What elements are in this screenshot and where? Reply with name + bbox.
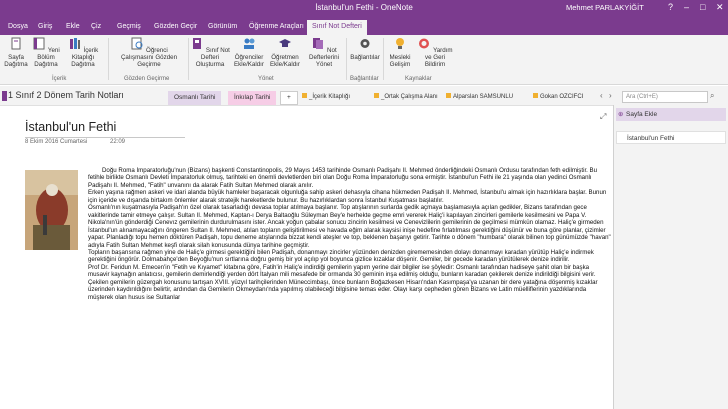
yardim-label: Yardım ve Geri Bildirim [424,47,453,68]
ogretmen-ekle-kaldir-button[interactable]: Öğretmen Ekle/Kaldır [268,37,302,68]
page-group-label: Alparslan SAMSUNLU [453,94,514,100]
section-inkilap-tarihi[interactable]: İnkılap Tarihi [228,91,277,105]
search-input[interactable]: Ara (Ctrl+E) [622,91,708,103]
ogrenci-calismasini-button[interactable]: Öğrenci Çalışmasını Gözden Geçirme [114,37,184,68]
add-page-label: Sayfa Ekle [626,111,658,118]
page-group-ortak[interactable]: _Ortak Çalışma Alanı [374,93,438,100]
chevron-left-icon[interactable]: ‹ [600,91,603,100]
help-button[interactable]: ? [668,2,673,13]
ribbon-separator [383,38,384,80]
title-bar: İstanbul'un Fethi - OneNote Mehmet PARLA… [0,0,728,17]
lifebuoy-icon [419,38,430,49]
icerik-kitapligi-dagitma-button[interactable]: İçerik Kitaplığı Dağıtma [63,37,103,68]
graduation-cap-icon [279,39,291,47]
folder-icon [374,93,379,98]
ribbon-separator [346,38,347,80]
ogretmen-label: Öğretmen Ekle/Kaldır [270,54,300,68]
user-name[interactable]: Mehmet PARLAKYİĞİT [566,3,644,12]
ribbon-separator [188,38,189,80]
close-button[interactable]: ✕ [716,2,724,13]
mesleki-label: Mesleki Gelişim [389,54,411,68]
gear-icon [360,39,370,48]
tab-ciz[interactable]: Çiz [86,20,106,35]
section-osmanli-tarihi[interactable]: Osmanlı Tarihi [168,91,222,105]
notebook-icon [193,38,202,49]
baglantilar-button[interactable]: Bağlantılar [348,37,382,61]
lightbulb-icon [396,38,404,49]
sayfa-dagitma-label: Sayfa Dağıtma [4,54,28,68]
chevron-right-icon[interactable]: › [609,91,612,100]
page-group-icerik[interactable]: _İçerik Kitaplığı [302,93,350,100]
paragraph-2: Erken yaşına rağmen askeri ve idari alan… [88,189,607,204]
page-icon [11,37,21,50]
paragraph-3: Osmanlı'nın kuşatmasıyla Padişah'ın özel… [88,204,611,249]
page-time: 22:09 [110,139,126,145]
paragraph-1: Doğu Roma İmparatorluğu'nun (Bizans) baş… [88,167,598,189]
sinif-not-defteri-olusturma-button[interactable]: Sınıf Not Defteri Oluşturma [190,37,230,68]
group-gozden-label: Gözden Geçirme [124,76,170,82]
not-defterlerini-label: Not Defterlerini Yönet [309,47,339,68]
notebook-bar: 1 Sınıf 2 Dönem Tarih Notları Osmanlı Ta… [0,86,728,105]
yardim-geri-bildirim-button[interactable]: Yardım ve Geri Bildirim [416,37,454,68]
yeni-bolum-dagitma-button[interactable]: Yeni Bölüm Dağıtma [31,37,61,68]
library-icon [69,38,80,49]
expand-icon[interactable]: ⤢ [600,112,606,122]
page-group-label: _İçerik Kitaplığı [309,94,351,100]
notebook-icon [2,91,7,101]
paragraph-4: Topların başarısına rağmen yine de Haliç… [88,248,594,264]
folder-icon [533,93,538,98]
maximize-button[interactable]: □ [700,2,705,13]
notebook-name[interactable]: 1 Sınıf 2 Dönem Tarih Notları [8,90,124,100]
olusturma-label: Sınıf Not Defteri Oluşturma [195,47,230,68]
mesleki-gelisim-button[interactable]: Mesleki Gelişim [385,37,415,68]
page-group-label: Gokan OZCIFCI [540,94,584,100]
page-group-gokan[interactable]: Gokan OZCIFCI [533,93,583,100]
page-list-item[interactable]: İstanbul'un Fethi [616,131,726,144]
minimize-button[interactable]: – [684,2,689,13]
not-defterlerini-yonet-button[interactable]: Not Defterlerini Yönet [304,37,344,68]
add-page-button[interactable]: ⊕ Sayfa Ekle [616,108,726,121]
page-group-label: _Ortak Çalışma Alanı [381,94,438,100]
tab-gorunum[interactable]: Görünüm [203,20,242,35]
page-date: 8 Ekim 2016 Cumartesi [25,139,88,145]
tab-gecmis[interactable]: Geçmiş [112,20,146,35]
ribbon: Sayfa Dağıtma Yeni Bölüm Dağıtma İçerik … [0,35,728,85]
tab-ogrenme-araclari[interactable]: Öğrenme Araçları [244,20,309,35]
ribbon-tab-bar: Dosya Giriş Ekle Çiz Geçmiş Gözden Geçir… [0,17,728,35]
folder-icon [446,93,451,98]
tab-ekle[interactable]: Ekle [61,20,85,35]
section-icon [33,37,45,50]
tab-gozden-gecir[interactable]: Gözden Geçir [149,20,202,35]
ogrenciler-ekle-kaldir-button[interactable]: Öğrenciler Ekle/Kaldır [231,37,267,68]
group-icerik-label: İçerik [52,76,67,82]
note-body[interactable]: Doğu Roma İmparatorluğu'nun (Bizans) baş… [88,167,612,409]
page-list-pane [613,105,728,409]
search-icon[interactable]: ⌕ [710,91,714,101]
page-group-alparslan[interactable]: Alparslan SAMSUNLU [446,93,513,100]
sayfa-dagitma-button[interactable]: Sayfa Dağıtma [3,37,29,68]
folder-icon [302,93,307,98]
baglantilar-label: Bağlantılar [350,54,380,61]
manage-notebooks-icon [313,38,324,49]
ribbon-separator [108,38,109,80]
group-baglanti-label: Bağlantılar [350,76,379,82]
plus-icon: ⊕ [618,111,624,118]
ogrenci-calismasini-label: Öğrenci Çalışmasını Gözden Geçirme [120,47,178,68]
group-kaynak-label: Kaynaklar [405,76,432,82]
yeni-bolum-label: Yeni Bölüm Dağıtma [34,47,60,68]
group-yonet-label: Yönet [258,76,274,82]
tab-dosya[interactable]: Dosya [3,20,33,35]
paragraph-5: Prof Dr. Feridun M. Emecen'in "Fetih ve … [88,263,598,301]
conquest-painting-image [25,170,78,250]
review-icon [131,37,143,50]
students-icon [244,38,255,49]
page-title[interactable]: İstanbul'un Fethi [25,120,116,134]
ogrenciler-label: Öğrenciler Ekle/Kaldır [234,54,264,68]
tab-sinif-not-defteri[interactable]: Sınıf Not Defteri [307,20,367,35]
title-underline [25,137,185,138]
icerik-kitapligi-label: İçerik Kitaplığı Dağıtma [71,47,99,68]
add-section-button[interactable]: + [280,91,298,105]
tab-giris[interactable]: Giriş [33,20,57,35]
